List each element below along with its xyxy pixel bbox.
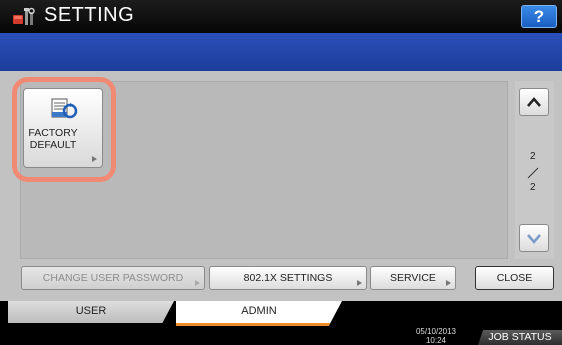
dot1x-settings-button[interactable]: 802.1X SETTINGS	[209, 266, 367, 290]
title-bar: SETTING ?	[0, 0, 562, 33]
page-title: SETTING	[44, 4, 135, 26]
service-label: SERVICE	[390, 272, 436, 284]
tab-user[interactable]: USER	[8, 301, 174, 323]
date-text: 05/10/2013	[415, 327, 457, 336]
factory-default-icon	[51, 98, 78, 119]
chevron-up-icon	[527, 97, 541, 107]
tab-admin[interactable]: ADMIN	[176, 301, 342, 326]
page-separator-icon	[527, 167, 539, 179]
job-status-button[interactable]: JOB STATUS	[478, 330, 562, 345]
setting-tools-icon	[13, 7, 35, 25]
page-total: 2	[530, 182, 536, 193]
help-button[interactable]: ?	[521, 5, 557, 28]
change-user-password-button[interactable]: CHANGE USER PASSWORD	[21, 266, 205, 290]
dot1x-settings-label: 802.1X SETTINGS	[243, 272, 333, 284]
chevron-right-icon	[92, 156, 97, 162]
factory-default-button[interactable]: FACTORY DEFAULT	[23, 88, 103, 168]
chevron-down-icon	[527, 234, 541, 244]
status-bar	[0, 326, 562, 345]
chevron-right-icon	[195, 280, 200, 286]
change-user-password-label: CHANGE USER PASSWORD	[42, 272, 184, 284]
header-band	[0, 33, 562, 71]
scroll-down-button[interactable]	[519, 224, 549, 252]
close-button[interactable]: CLOSE	[475, 266, 554, 290]
page-current: 2	[530, 151, 536, 162]
chevron-right-icon	[446, 280, 451, 286]
time-text: 10:24	[425, 336, 447, 345]
date-time: 05/10/2013 10:24	[406, 327, 466, 345]
service-button[interactable]: SERVICE	[370, 266, 456, 290]
scroll-up-button[interactable]	[519, 88, 549, 116]
chevron-right-icon	[357, 280, 362, 286]
factory-default-label: FACTORY DEFAULT	[28, 127, 78, 151]
